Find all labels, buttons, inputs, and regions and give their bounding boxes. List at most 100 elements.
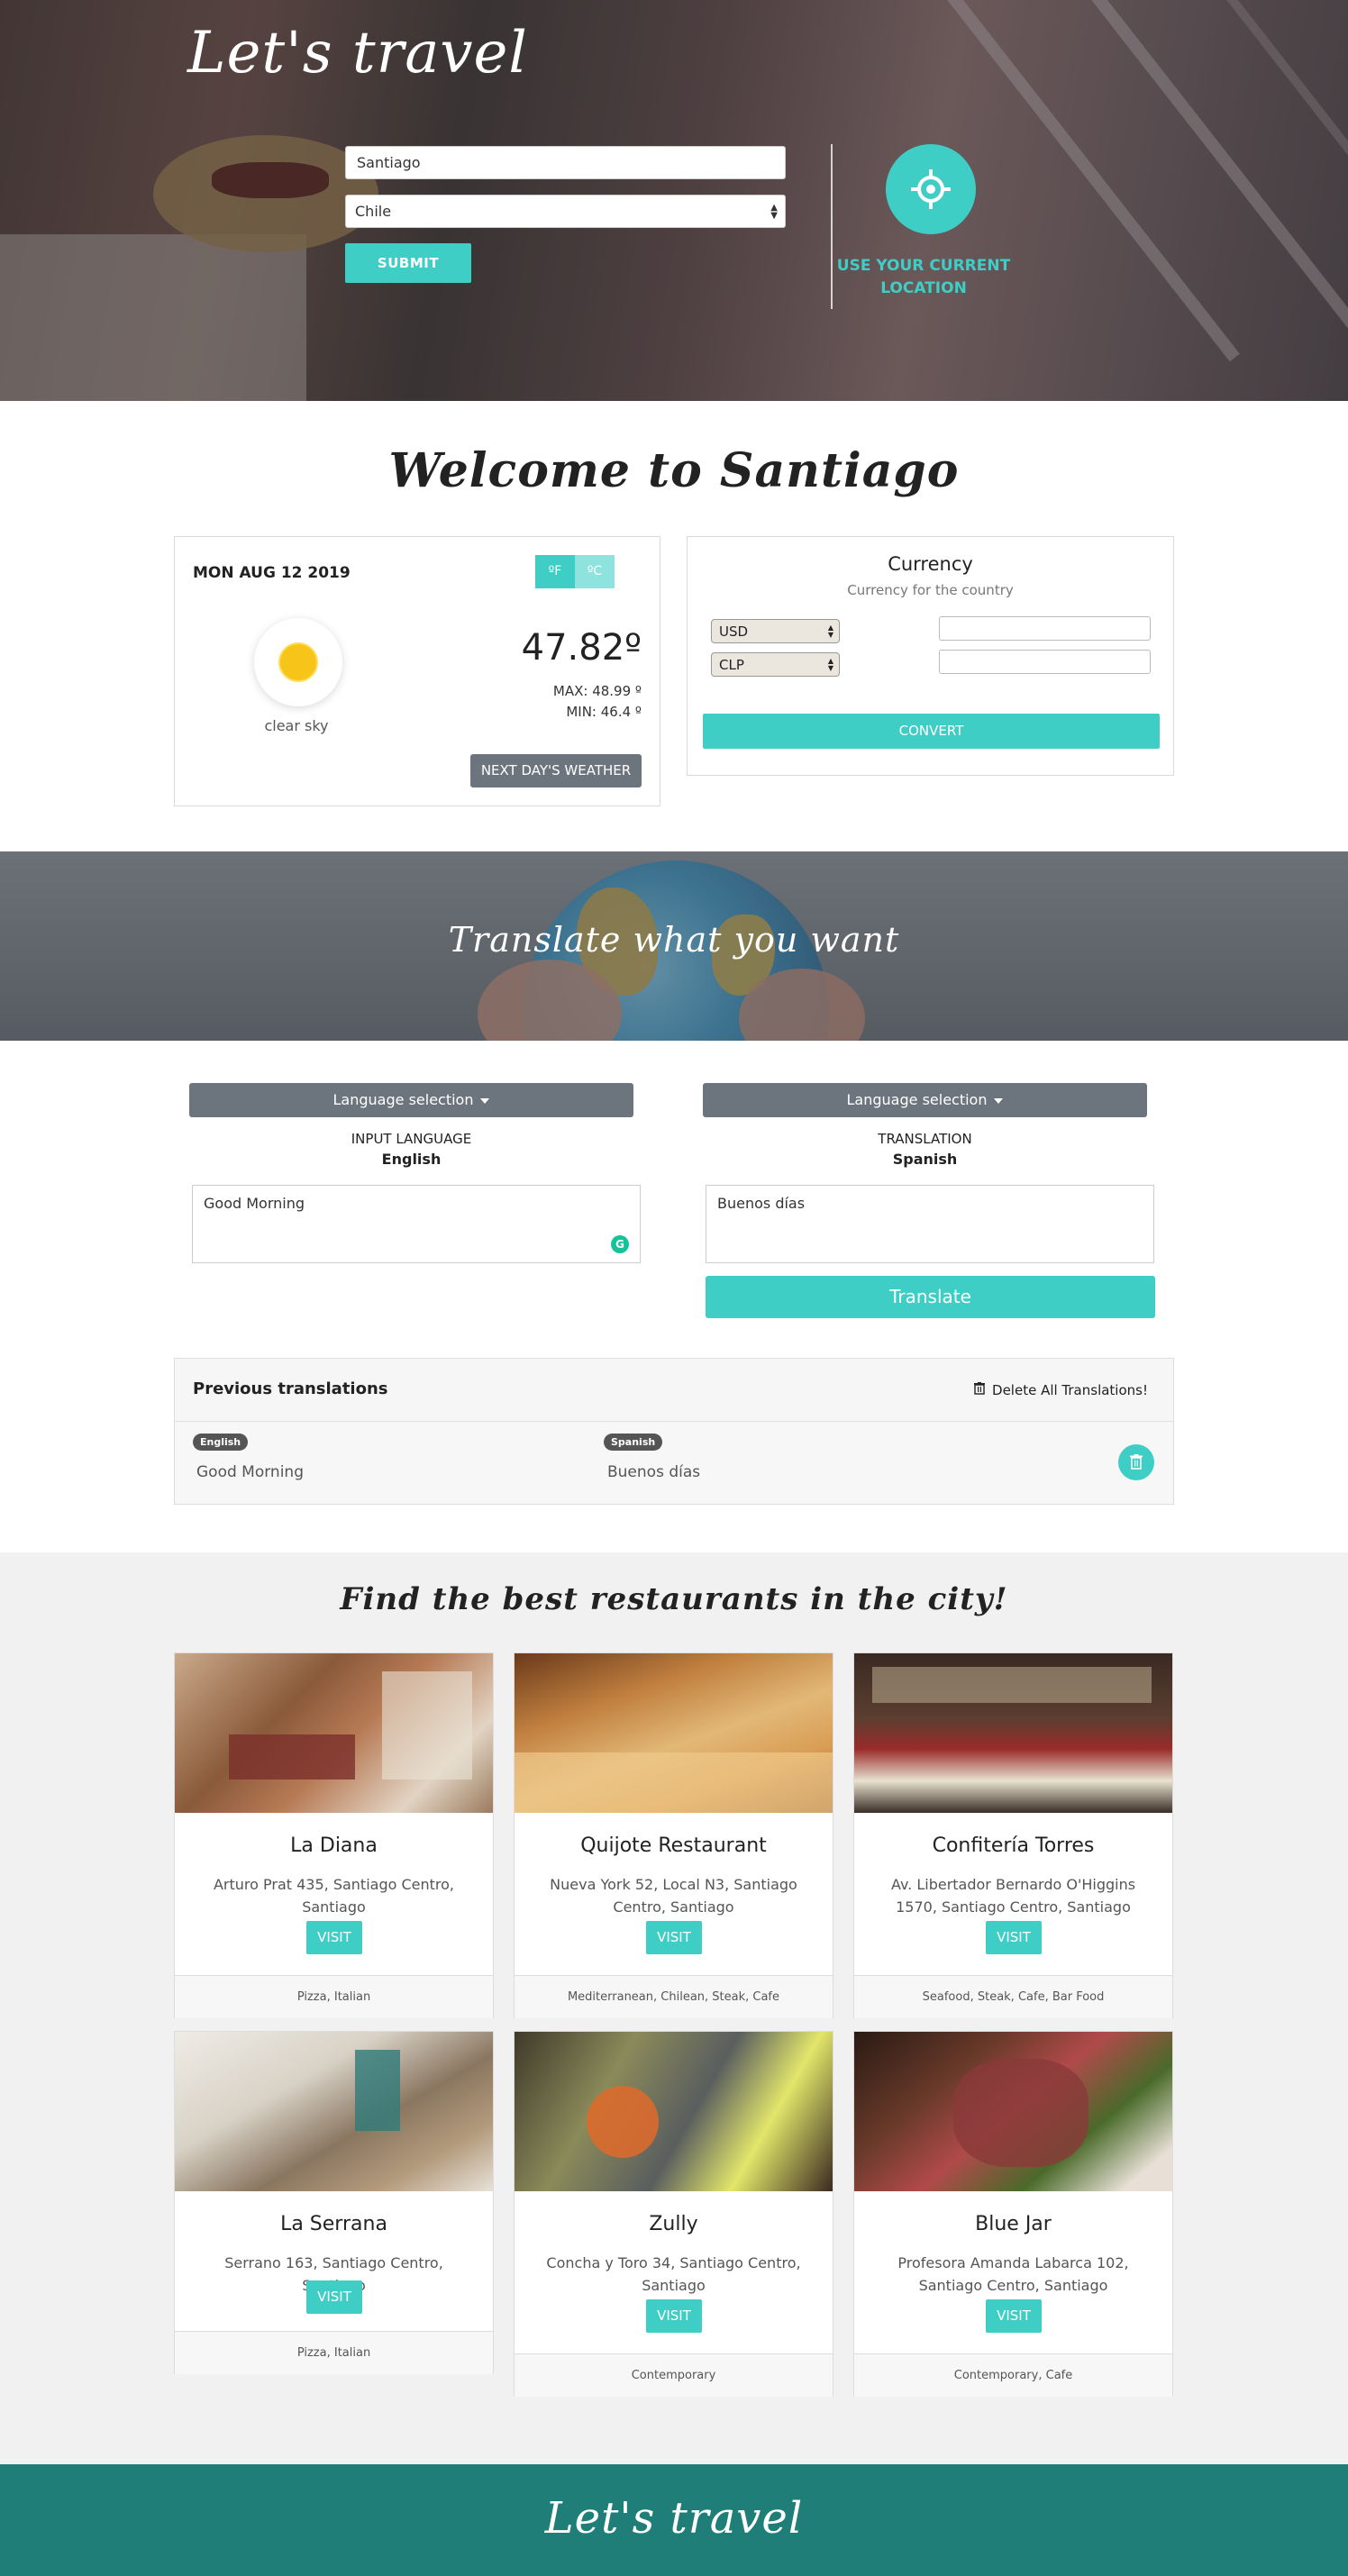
translate-button[interactable]: Translate bbox=[706, 1276, 1155, 1318]
country-select-value: Chile bbox=[355, 203, 392, 220]
restaurant-photo bbox=[515, 1653, 833, 1813]
output-language-name: Spanish bbox=[892, 1151, 958, 1168]
footer-title: Let's travel bbox=[544, 2493, 804, 2544]
restaurant-name: Confitería Torres bbox=[932, 1834, 1095, 1857]
output-language-caption: TRANSLATION bbox=[878, 1131, 972, 1147]
restaurant-address: Nueva York 52, Local N3, Santiago Centro… bbox=[550, 1876, 797, 1916]
select-arrows-icon: ▲ ▼ bbox=[827, 657, 833, 672]
previous-translations-title: Previous translations bbox=[193, 1379, 388, 1398]
restaurant-cuisine: Seafood, Steak, Cafe, Bar Food bbox=[854, 1975, 1172, 2018]
visit-button[interactable]: VISIT bbox=[646, 1921, 702, 1954]
weather-max: MAX: 48.99 º bbox=[552, 683, 642, 699]
to-text: Buenos días bbox=[607, 1463, 701, 1481]
restaurant-photo bbox=[175, 1653, 493, 1813]
delete-all-translations-button[interactable]: Delete All Translations! bbox=[974, 1382, 1148, 1398]
delete-all-translations-label: Delete All Translations! bbox=[992, 1382, 1148, 1398]
currency-from-value: USD bbox=[719, 624, 749, 640]
visit-button[interactable]: VISIT bbox=[986, 2299, 1042, 2333]
grammar-check-icon[interactable]: G bbox=[611, 1235, 629, 1253]
caret-down-icon bbox=[994, 1097, 1004, 1104]
restaurant-cuisine: Contemporary, Cafe bbox=[854, 2353, 1172, 2397]
currency-title: Currency bbox=[888, 553, 973, 575]
visit-button[interactable]: VISIT bbox=[646, 2299, 702, 2333]
city-input[interactable]: Santiago bbox=[345, 146, 786, 179]
currency-to-amount[interactable] bbox=[939, 650, 1151, 674]
input-language-dropdown[interactable]: Language selection bbox=[189, 1083, 633, 1117]
trash-icon bbox=[974, 1382, 986, 1395]
country-select[interactable]: Chile ▲ ▼ bbox=[345, 195, 786, 228]
previous-translations-panel: Previous translations Delete All Transla… bbox=[174, 1358, 1174, 1505]
hero-divider bbox=[831, 144, 833, 309]
trash-icon bbox=[1130, 1454, 1143, 1470]
weather-date: MON AUG 12 2019 bbox=[193, 564, 351, 582]
restaurant-address: Profesora Amanda Labarca 102, Santiago C… bbox=[897, 2254, 1129, 2294]
input-language-dropdown-label: Language selection bbox=[332, 1091, 474, 1108]
from-language-badge: English bbox=[193, 1434, 249, 1451]
restaurant-card: Zully Concha y Toro 34, Santiago Centro,… bbox=[514, 2031, 833, 2397]
restaurant-name: La Diana bbox=[290, 1834, 378, 1857]
sun-icon bbox=[254, 618, 342, 706]
submit-button[interactable]: SUBMIT bbox=[345, 243, 471, 283]
weather-description: clear sky bbox=[264, 717, 329, 734]
visit-button[interactable]: VISIT bbox=[306, 2280, 362, 2314]
restaurant-photo bbox=[854, 2032, 1172, 2191]
convert-button[interactable]: CONVERT bbox=[703, 714, 1160, 749]
hero-section: Let's travel Santiago Chile ▲ ▼ SUBMIT US… bbox=[0, 0, 1348, 401]
restaurant-photo bbox=[854, 1653, 1172, 1813]
currency-from-amount[interactable] bbox=[939, 616, 1151, 641]
output-language-dropdown-label: Language selection bbox=[846, 1091, 988, 1108]
input-text-area[interactable]: Good Morning G bbox=[192, 1185, 641, 1263]
footer: Let's travel bbox=[0, 2464, 1348, 2576]
delete-translation-button[interactable] bbox=[1118, 1444, 1154, 1480]
visit-button[interactable]: VISIT bbox=[306, 1921, 362, 1954]
currency-from-select[interactable]: USD ▲ ▼ bbox=[711, 619, 840, 643]
restaurant-address: Arturo Prat 435, Santiago Centro, Santia… bbox=[213, 1876, 455, 1916]
visit-button[interactable]: VISIT bbox=[986, 1921, 1042, 1954]
weather-card: MON AUG 12 2019 ºF ºC clear sky 47.82º M… bbox=[174, 536, 660, 806]
current-location-button[interactable] bbox=[886, 144, 976, 234]
restaurants-title: Find the best restaurants in the city! bbox=[340, 1581, 1008, 1617]
translate-banner-title: Translate what you want bbox=[448, 920, 900, 960]
to-language-badge: Spanish bbox=[604, 1434, 663, 1451]
restaurant-cuisine: Contemporary bbox=[515, 2353, 833, 2397]
currency-to-value: CLP bbox=[719, 657, 744, 673]
restaurant-card: Confitería Torres Av. Libertador Bernard… bbox=[853, 1652, 1173, 2018]
restaurant-name: Zully bbox=[649, 2213, 698, 2235]
restaurant-card: La Serrana Serrano 163, Santiago Centro,… bbox=[174, 2031, 494, 2374]
restaurant-name: Quijote Restaurant bbox=[580, 1834, 767, 1857]
next-day-weather-button[interactable]: NEXT DAY'S WEATHER bbox=[470, 754, 642, 787]
output-language-dropdown[interactable]: Language selection bbox=[703, 1083, 1147, 1117]
restaurant-card: Blue Jar Profesora Amanda Labarca 102, S… bbox=[853, 2031, 1173, 2397]
restaurant-card: Quijote Restaurant Nueva York 52, Local … bbox=[514, 1652, 833, 2018]
celsius-button[interactable]: ºC bbox=[575, 555, 615, 588]
restaurant-card: La Diana Arturo Prat 435, Santiago Centr… bbox=[174, 1652, 494, 2018]
input-language-name: English bbox=[381, 1151, 442, 1168]
from-text: Good Morning bbox=[196, 1463, 304, 1481]
output-text: Buenos días bbox=[717, 1195, 806, 1212]
select-arrows-icon: ▲ ▼ bbox=[770, 203, 778, 221]
restaurant-cuisine: Mediterranean, Chilean, Steak, Cafe bbox=[515, 1975, 833, 2018]
restaurant-name: La Serrana bbox=[280, 2213, 387, 2235]
restaurant-address: Av. Libertador Bernardo O'Higgins 1570, … bbox=[890, 1876, 1136, 1916]
current-location-label[interactable]: USE YOUR CURRENT LOCATION bbox=[833, 255, 1014, 300]
hero-title: Let's travel bbox=[187, 20, 528, 86]
weather-temperature: 47.82º bbox=[521, 627, 642, 669]
caret-down-icon bbox=[480, 1097, 490, 1104]
input-text: Good Morning bbox=[204, 1195, 305, 1212]
fahrenheit-button[interactable]: ºF bbox=[535, 555, 575, 588]
select-arrows-icon: ▲ ▼ bbox=[827, 624, 833, 639]
restaurant-photo bbox=[175, 2032, 493, 2191]
restaurant-cuisine: Pizza, Italian bbox=[175, 1975, 493, 2018]
currency-card: Currency Currency for the country USD ▲ ▼… bbox=[687, 536, 1174, 776]
output-text-area[interactable]: Buenos días bbox=[706, 1185, 1154, 1263]
restaurant-address: Concha y Toro 34, Santiago Centro, Santi… bbox=[546, 2254, 801, 2294]
input-language-caption: INPUT LANGUAGE bbox=[351, 1131, 472, 1147]
welcome-title: Welcome to Santiago bbox=[388, 443, 960, 498]
restaurant-cuisine: Pizza, Italian bbox=[175, 2331, 493, 2374]
restaurant-name: Blue Jar bbox=[975, 2213, 1052, 2235]
translate-banner: Translate what you want bbox=[0, 851, 1348, 1041]
previous-translations-header: Previous translations Delete All Transla… bbox=[175, 1359, 1173, 1422]
currency-subtitle: Currency for the country bbox=[847, 582, 1014, 598]
currency-to-select[interactable]: CLP ▲ ▼ bbox=[711, 652, 840, 677]
crosshair-icon bbox=[911, 169, 951, 209]
